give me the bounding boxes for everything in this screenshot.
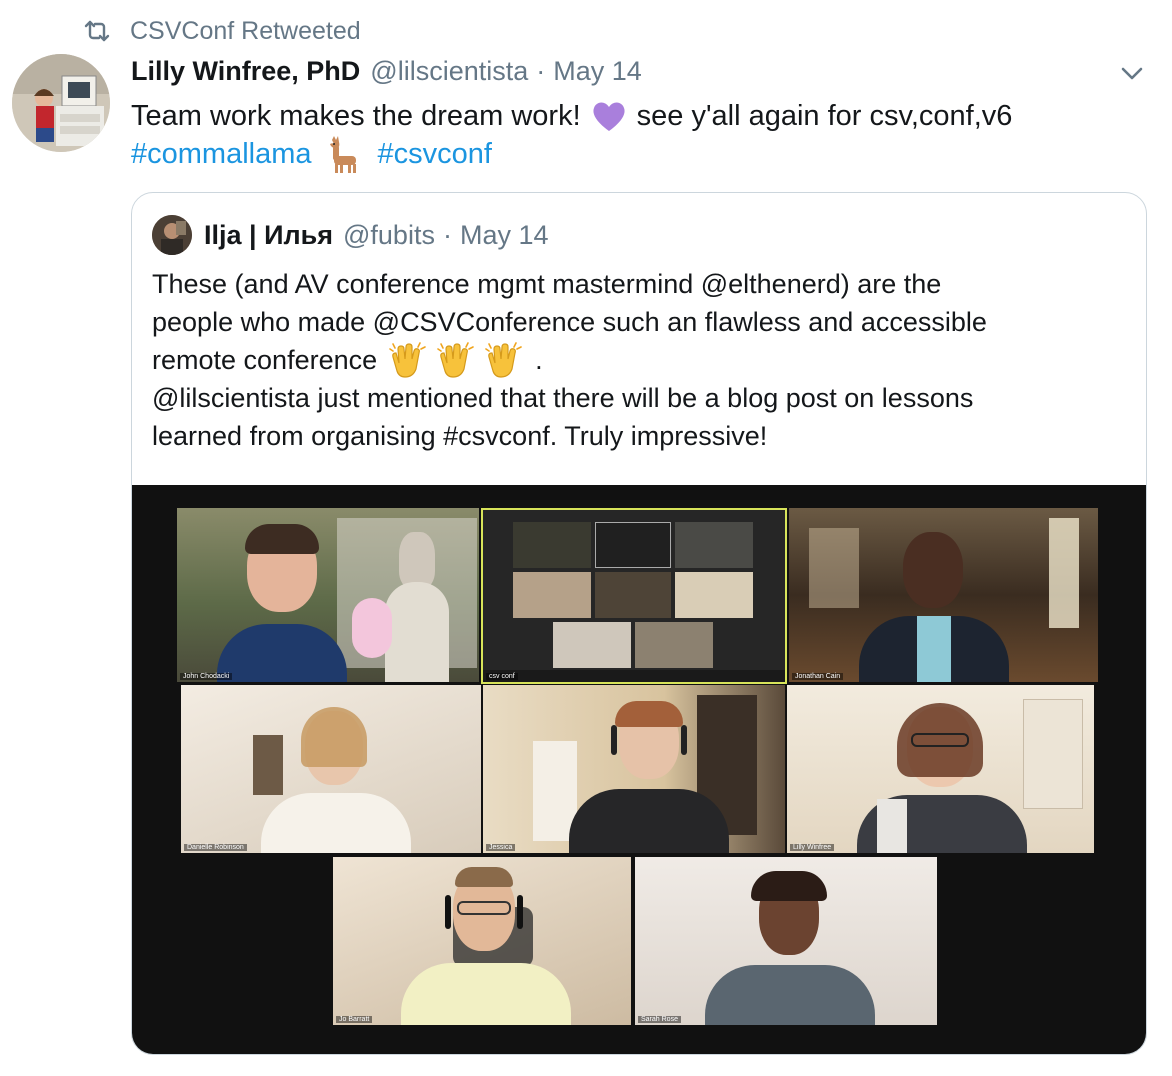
- quoted-text-line-2: people who made @CSVConference such an f…: [152, 303, 987, 341]
- author-name[interactable]: Lilly Winfree, PhD: [131, 56, 360, 87]
- separator-dot: ·: [536, 56, 546, 86]
- quoted-text-end: .: [535, 344, 543, 375]
- video-tile: Jessica: [483, 685, 785, 853]
- quoted-text-line-5: learned from organising #csvconf. Truly …: [152, 417, 767, 455]
- quoted-author-name: Ilja | Илья: [204, 219, 333, 250]
- video-tile: John Chodacki: [177, 508, 479, 682]
- quoted-tweet-date: May 14: [459, 219, 549, 250]
- hashtag-commallama[interactable]: #commallama: [131, 138, 312, 171]
- tweet[interactable]: CSVConf Retweeted Lilly Winfree, PhD @li…: [0, 0, 1172, 1076]
- tile-label: Jessica: [486, 844, 516, 851]
- tweet-header: Lilly Winfree, PhD @lilscientista · May …: [131, 56, 642, 92]
- tweet-text-part-1: Team work makes the dream work!: [131, 99, 581, 132]
- tile-label: Sarah Rose: [638, 1016, 681, 1023]
- clapping-hands-icon: [437, 342, 474, 378]
- llama-icon: [329, 136, 356, 173]
- quoted-text: These (and AV conference mgmt mastermind…: [152, 268, 942, 299]
- retweet-label: CSVConf Retweeted: [130, 16, 361, 45]
- clapping-hands-icon: [485, 342, 522, 378]
- retweet-context[interactable]: CSVConf Retweeted: [82, 14, 361, 48]
- author-avatar[interactable]: [12, 54, 110, 152]
- quoted-tweet-header: Ilja | Илья @fubits · May 14: [204, 215, 549, 255]
- video-tile: csv conf: [481, 508, 787, 684]
- quoted-text-line-4: @lilscientista just mentioned that there…: [152, 379, 973, 417]
- tweet-text-line-1: Team work makes the dream work! see y'al…: [131, 96, 1012, 136]
- quoted-tweet[interactable]: Ilja | Илья @fubits · May 14 These (and …: [131, 192, 1147, 1055]
- retweet-icon: [84, 20, 110, 42]
- separator-dot: ·: [442, 219, 452, 250]
- purple-heart-icon: [593, 102, 625, 131]
- tile-label: Jonathan Cain: [792, 673, 844, 680]
- quoted-author-avatar: [152, 215, 192, 255]
- video-call-photo[interactable]: John Chodacki csv conf Jonathan Cain Dan…: [132, 485, 1146, 1054]
- video-tile: Sarah Rose: [635, 857, 937, 1025]
- quoted-text: people who made @CSVConference such an f…: [152, 306, 987, 337]
- quoted-text: @lilscientista just mentioned that there…: [152, 382, 974, 413]
- tweet-text-line-2: #commallama #csvconf: [131, 134, 492, 174]
- video-tile: Jonathan Cain: [789, 508, 1098, 682]
- quoted-text: remote conference: [152, 344, 378, 375]
- tile-label: Jo Barratt: [336, 1016, 373, 1023]
- author-handle[interactable]: @lilscientista: [370, 56, 528, 87]
- chevron-down-icon[interactable]: [1118, 62, 1146, 86]
- tweet-date[interactable]: May 14: [553, 56, 642, 87]
- tile-label: Danielle Robinson: [184, 844, 247, 851]
- quoted-author-handle: @fubits: [343, 219, 435, 250]
- video-tile: Jo Barratt: [333, 857, 631, 1025]
- tile-label: csv conf: [486, 673, 518, 680]
- tile-label: Lilly Winfree: [790, 844, 835, 851]
- tweet-text-part-2: see y'all again for csv,conf,v6: [636, 99, 1013, 132]
- quoted-text-line-1: These (and AV conference mgmt mastermind…: [152, 265, 941, 303]
- quoted-text-line-3: remote conference .: [152, 341, 543, 379]
- tile-label: John Chodacki: [180, 673, 233, 680]
- video-tile: Lilly Winfree: [787, 685, 1094, 853]
- quoted-text: learned from organising #csvconf. Truly …: [152, 420, 768, 451]
- video-tile: Danielle Robinson: [181, 685, 481, 853]
- clapping-hands-icon: [389, 342, 426, 378]
- hashtag-csvconf[interactable]: #csvconf: [378, 138, 492, 171]
